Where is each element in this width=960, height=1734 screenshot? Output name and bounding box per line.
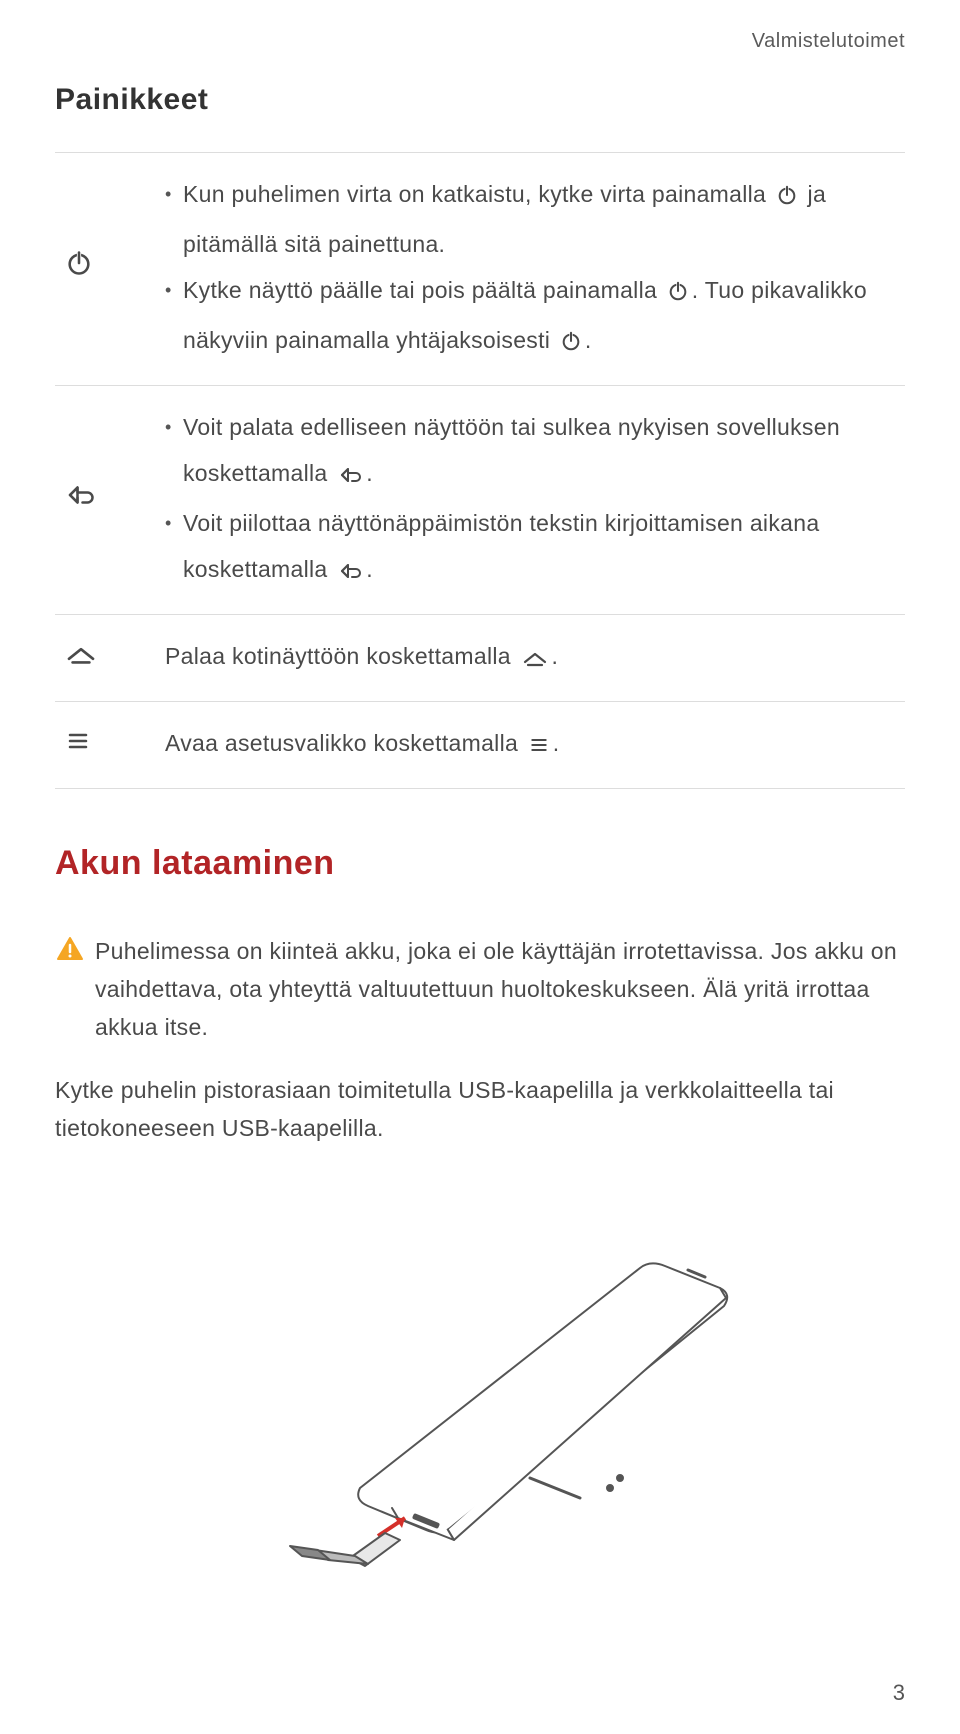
power-icon <box>65 256 93 282</box>
row-menu: Avaa asetusvalikko koskettamalla . <box>55 702 905 789</box>
power-icon <box>776 175 798 221</box>
bullet-dot: • <box>165 500 183 547</box>
back-icon <box>65 487 95 513</box>
bullet-text: Voit palata edelliseen näyttöön tai sulk… <box>183 404 905 500</box>
phone-illustration <box>55 1188 905 1573</box>
bullet-dot: • <box>165 171 183 218</box>
menu-icon <box>65 732 91 758</box>
chapter-label: Valmistelutoimet <box>55 30 905 53</box>
power-icon <box>667 271 689 317</box>
warning-icon <box>55 933 95 968</box>
power-icon <box>560 321 582 367</box>
row-back: • Voit palata edelliseen näyttöön tai su… <box>55 386 905 615</box>
home-icon <box>65 645 97 671</box>
menu-icon <box>528 724 550 770</box>
page-number: 3 <box>893 1680 905 1706</box>
row-power: • Kun puhelimen virta on katkaistu, kytk… <box>55 153 905 386</box>
charging-paragraph: Kytke puhelin pistorasiaan toimitetulla … <box>55 1072 905 1148</box>
bullet-dot: • <box>165 267 183 314</box>
section-title-charging: Akun lataaminen <box>55 844 905 883</box>
bullet-text: Kytke näyttö päälle tai pois päältä pain… <box>183 267 905 367</box>
back-icon <box>337 550 363 596</box>
section-title-buttons: Painikkeet <box>55 83 905 117</box>
buttons-table: • Kun puhelimen virta on katkaistu, kytk… <box>55 152 905 789</box>
back-icon <box>337 454 363 500</box>
warning-text: Puhelimessa on kiinteä akku, joka ei ole… <box>95 933 905 1047</box>
bullet-dot: • <box>165 404 183 451</box>
menu-text: Avaa asetusvalikko koskettamalla . <box>165 702 905 789</box>
row-home: Palaa kotinäyttöön koskettamalla . <box>55 615 905 702</box>
home-icon <box>521 637 549 683</box>
home-text: Palaa kotinäyttöön koskettamalla . <box>165 615 905 702</box>
bullet-text: Kun puhelimen virta on katkaistu, kytke … <box>183 171 905 267</box>
warning-block: Puhelimessa on kiinteä akku, joka ei ole… <box>55 933 905 1047</box>
bullet-text: Voit piilottaa näyttönäppäimistön teksti… <box>183 500 905 596</box>
